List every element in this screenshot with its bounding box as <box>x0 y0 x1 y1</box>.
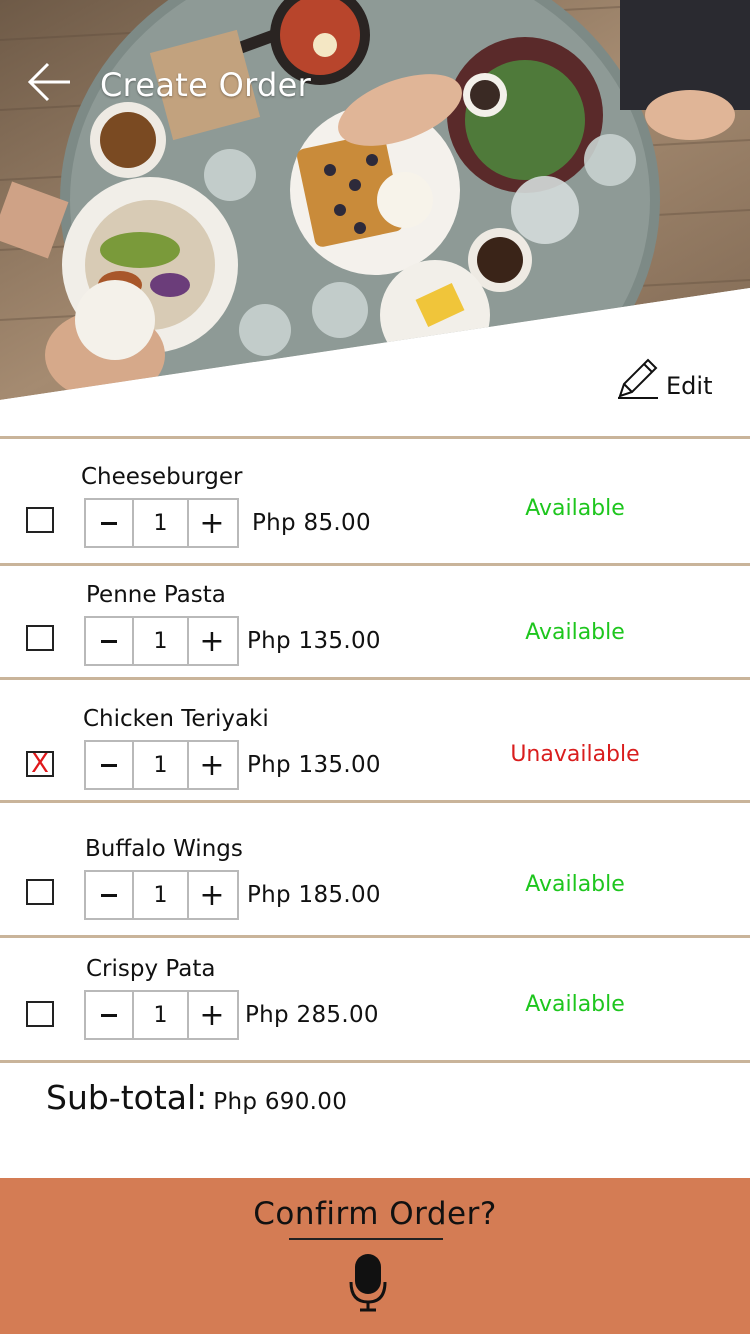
availability-status: Available <box>525 496 625 521</box>
minus-icon <box>101 521 117 525</box>
decrease-button[interactable] <box>86 992 132 1038</box>
availability-status: Available <box>525 992 625 1017</box>
quantity-value: 1 <box>132 872 189 918</box>
arrow-left-icon <box>27 62 70 102</box>
divider <box>0 935 750 938</box>
divider <box>0 436 750 439</box>
microphone-icon <box>349 1254 387 1312</box>
minus-icon <box>101 893 117 897</box>
item-name: Penne Pasta <box>86 582 226 608</box>
quantity-stepper: 1 + <box>84 498 239 548</box>
item-name: Cheeseburger <box>81 464 243 490</box>
pencil-icon <box>618 358 658 399</box>
edit-label: Edit <box>666 372 713 400</box>
item-price: Php 135.00 <box>247 628 381 654</box>
item-price: Php 285.00 <box>245 1002 379 1028</box>
minus-icon <box>101 1013 117 1017</box>
item-name: Buffalo Wings <box>85 836 243 862</box>
quantity-stepper: 1 + <box>84 740 239 790</box>
item-price: Php 185.00 <box>247 882 381 908</box>
increase-button[interactable]: + <box>189 500 235 546</box>
minus-icon <box>101 763 117 767</box>
increase-button[interactable]: + <box>189 742 235 788</box>
item-price: Php 135.00 <box>247 752 381 778</box>
item-name: Chicken Teriyaki <box>83 706 269 732</box>
item-checkbox[interactable]: X <box>26 749 54 779</box>
decrease-button[interactable] <box>86 872 132 918</box>
increase-button[interactable]: + <box>189 992 235 1038</box>
quantity-value: 1 <box>132 618 189 664</box>
voice-input-button[interactable] <box>348 1252 388 1314</box>
availability-status: Unavailable <box>510 742 640 767</box>
subtotal-label: Sub-total: <box>46 1078 208 1117</box>
quantity-stepper: 1 + <box>84 990 239 1040</box>
item-checkbox[interactable] <box>26 625 54 651</box>
availability-status: Available <box>525 620 625 645</box>
decrease-button[interactable] <box>86 500 132 546</box>
item-checkbox[interactable] <box>26 879 54 905</box>
page-title: Create Order <box>100 66 312 104</box>
quantity-value: 1 <box>132 992 189 1038</box>
item-checkbox[interactable] <box>26 1001 54 1027</box>
confirm-order-button[interactable]: Confirm Order? <box>0 1196 750 1232</box>
quantity-value: 1 <box>132 500 189 546</box>
item-checkbox[interactable] <box>26 507 54 533</box>
decrease-button[interactable] <box>86 618 132 664</box>
quantity-value: 1 <box>132 742 189 788</box>
edit-button[interactable]: Edit <box>614 352 712 402</box>
increase-button[interactable]: + <box>189 872 235 918</box>
hero-image: Create Order <box>0 0 750 405</box>
confirm-order-bar: Confirm Order? <box>0 1178 750 1334</box>
item-name: Crispy Pata <box>86 956 216 982</box>
subtotal-amount: Php 690.00 <box>213 1089 348 1115</box>
divider <box>0 800 750 803</box>
subtotal: Sub-total: Php 690.00 <box>46 1078 347 1117</box>
quantity-stepper: 1 + <box>84 870 239 920</box>
quantity-stepper: 1 + <box>84 616 239 666</box>
back-button[interactable] <box>26 58 74 106</box>
item-price: Php 85.00 <box>252 510 371 536</box>
top-bar: Create Order <box>0 50 750 120</box>
divider <box>0 563 750 566</box>
decrease-button[interactable] <box>86 742 132 788</box>
divider <box>0 677 750 680</box>
increase-button[interactable]: + <box>189 618 235 664</box>
minus-icon <box>101 639 117 643</box>
availability-status: Available <box>525 872 625 897</box>
divider <box>0 1060 750 1063</box>
confirm-underline <box>289 1238 443 1240</box>
checkbox-x-mark: X <box>31 749 49 779</box>
